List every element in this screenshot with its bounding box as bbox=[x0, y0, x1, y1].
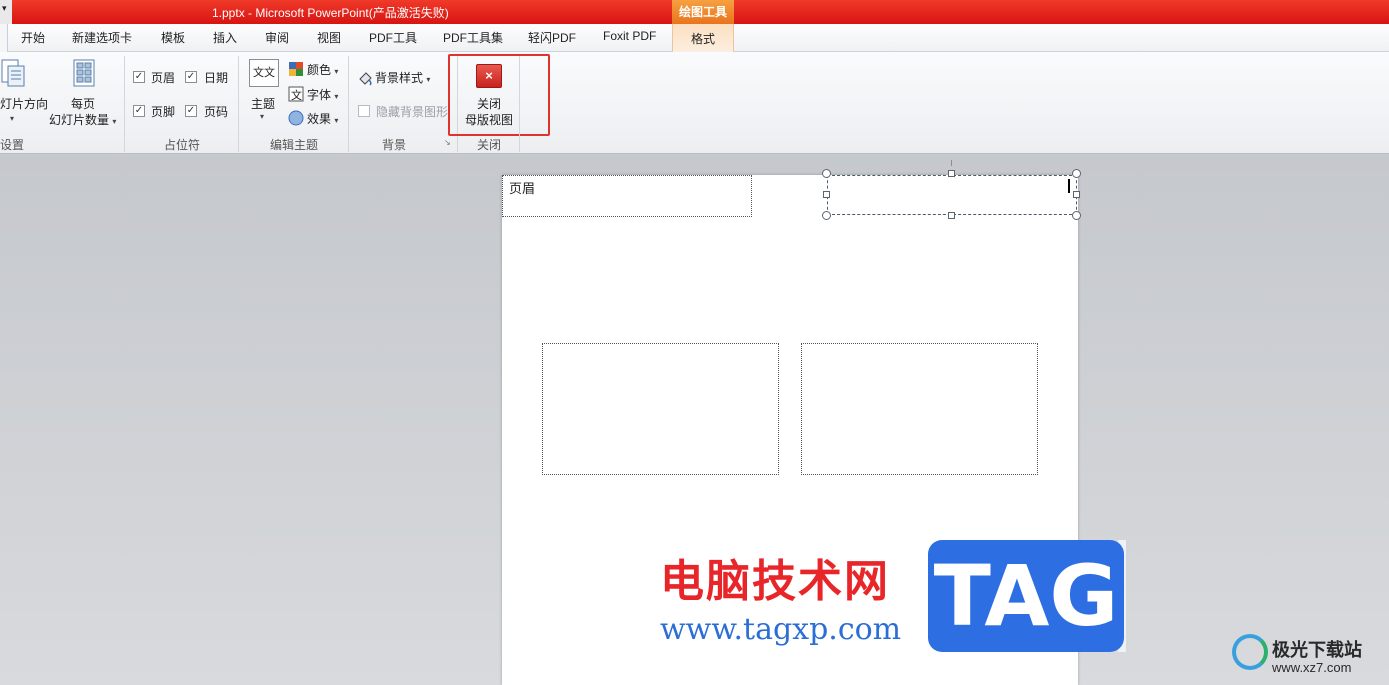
slides-per-page-icon bbox=[73, 59, 95, 87]
tab-qingshan-pdf[interactable]: 轻闪PDF bbox=[528, 29, 576, 46]
ribbon-tabs: 开始 新建选项卡 模板 插入 审阅 视图 PDF工具 PDF工具集 轻闪PDF … bbox=[0, 24, 1389, 52]
theme-icon[interactable]: 文文 bbox=[249, 59, 279, 87]
tab-review[interactable]: 审阅 bbox=[265, 29, 289, 46]
background-styles-label: 背景样式 bbox=[375, 71, 424, 85]
effects-icon bbox=[288, 110, 304, 126]
watermark-site-url: www.tagxp.com bbox=[660, 612, 902, 647]
group-divider bbox=[519, 56, 520, 152]
resize-handle-right[interactable] bbox=[1073, 191, 1080, 198]
header-placeholder[interactable]: 页眉 bbox=[502, 175, 752, 217]
group-divider bbox=[238, 56, 239, 152]
tab-foxit-pdf[interactable]: Foxit PDF bbox=[603, 29, 656, 43]
page-number-checkbox-label: 页码 bbox=[204, 105, 229, 119]
tab-insert[interactable]: 插入 bbox=[213, 29, 237, 46]
page-number-checkbox[interactable]: ✓ bbox=[185, 105, 197, 117]
slide-orientation-dropdown-icon[interactable]: ▾ bbox=[10, 114, 14, 123]
download-site-url: www.xz7.com bbox=[1272, 660, 1352, 675]
watermark-site-name: 电脑技术网 bbox=[660, 556, 890, 607]
tab-pdf-toolset[interactable]: PDF工具集 bbox=[443, 29, 503, 46]
title-bar: ▾ 1.pptx - Microsoft PowerPoint(产品激活失败) … bbox=[0, 0, 1389, 24]
text-cursor bbox=[1068, 179, 1070, 193]
content-placeholder-right[interactable] bbox=[801, 343, 1038, 475]
footer-checkbox-label: 页脚 bbox=[151, 105, 176, 119]
download-site-logo-icon bbox=[1232, 634, 1268, 670]
window-title: 1.pptx - Microsoft PowerPoint(产品激活失败) bbox=[212, 6, 449, 20]
close-master-view-highlight bbox=[448, 54, 550, 136]
resize-handle-top[interactable] bbox=[948, 170, 955, 177]
resize-handle-bottom-left[interactable] bbox=[822, 211, 831, 220]
fonts-button[interactable]: 字体 ▾ bbox=[307, 86, 338, 103]
tab-pdf-tools[interactable]: PDF工具 bbox=[369, 29, 417, 46]
group-divider bbox=[348, 56, 349, 152]
file-tab-edge[interactable] bbox=[0, 24, 8, 52]
colors-dropdown-icon: ▾ bbox=[334, 67, 339, 76]
theme-button[interactable]: 主题 bbox=[251, 95, 275, 112]
resize-handle-top-right[interactable] bbox=[1072, 169, 1081, 178]
fonts-label: 字体 bbox=[307, 88, 332, 102]
colors-label: 颜色 bbox=[307, 63, 332, 77]
effects-dropdown-icon: ▾ bbox=[334, 116, 339, 125]
slides-per-page-dropdown-icon: ▾ bbox=[112, 117, 117, 126]
effects-label: 效果 bbox=[307, 112, 332, 126]
colors-button[interactable]: 颜色 ▾ bbox=[307, 61, 338, 78]
background-styles-dropdown-icon: ▾ bbox=[426, 75, 431, 84]
tab-templates[interactable]: 模板 bbox=[161, 29, 185, 46]
slides-per-page-button[interactable]: 幻灯片数量 ▾ bbox=[49, 111, 116, 128]
background-styles-icon bbox=[359, 72, 372, 86]
quick-access-toolbar[interactable]: ▾ bbox=[0, 0, 12, 24]
slides-per-page-label-line1[interactable]: 每页 bbox=[71, 95, 95, 112]
date-checkbox-label: 日期 bbox=[204, 71, 229, 85]
theme-dropdown-icon[interactable]: ▾ bbox=[260, 112, 264, 121]
hide-background-graphics-checkbox[interactable] bbox=[358, 105, 370, 117]
resize-handle-top-left[interactable] bbox=[822, 169, 831, 178]
effects-button[interactable]: 效果 ▾ bbox=[307, 110, 338, 127]
download-site-name: 极光下载站 bbox=[1272, 640, 1362, 660]
tab-format[interactable]: 格式 bbox=[672, 24, 734, 52]
resize-handle-bottom[interactable] bbox=[948, 212, 955, 219]
background-styles-button[interactable]: 背景样式 ▾ bbox=[375, 69, 430, 86]
background-dialog-launcher-icon[interactable]: ↘ bbox=[444, 138, 451, 147]
tab-home[interactable]: 开始 bbox=[21, 29, 45, 46]
colors-icon bbox=[289, 62, 303, 76]
tab-view[interactable]: 视图 bbox=[317, 29, 341, 46]
page-setup-group-label: 设置 bbox=[0, 138, 25, 152]
header-checkbox-label: 页眉 bbox=[151, 71, 176, 85]
fonts-icon: 文 bbox=[288, 86, 304, 102]
date-placeholder-selected[interactable] bbox=[827, 175, 1077, 215]
quick-access-dropdown-icon[interactable]: ▾ bbox=[2, 3, 7, 14]
fonts-dropdown-icon: ▾ bbox=[334, 92, 339, 101]
close-group-label: 关闭 bbox=[477, 138, 502, 152]
background-group-label: 背景 bbox=[382, 138, 407, 152]
hide-background-graphics-label: 隐藏背景图形 bbox=[376, 105, 449, 119]
header-checkbox[interactable]: ✓ bbox=[133, 71, 145, 83]
header-placeholder-text: 页眉 bbox=[509, 181, 536, 196]
group-divider bbox=[124, 56, 125, 152]
edit-theme-group-label: 编辑主题 bbox=[270, 138, 319, 152]
resize-handle-left[interactable] bbox=[823, 191, 830, 198]
svg-text:文: 文 bbox=[291, 88, 302, 102]
tab-new-tab[interactable]: 新建选项卡 bbox=[72, 29, 132, 46]
footer-checkbox[interactable]: ✓ bbox=[133, 105, 145, 117]
content-placeholder-left[interactable] bbox=[542, 343, 779, 475]
slide-orientation-icon bbox=[1, 59, 25, 87]
resize-handle-bottom-right[interactable] bbox=[1072, 211, 1081, 220]
ribbon: 灯片方向 ▾ 每页 幻灯片数量 ▾ 设置 ✓ 页眉 ✓ 日期 ✓ 页脚 ✓ 页码… bbox=[0, 52, 1389, 154]
rotation-handle-stem[interactable] bbox=[951, 160, 952, 166]
placeholders-group-label: 占位符 bbox=[164, 138, 201, 152]
slide-orientation-button[interactable]: 灯片方向 bbox=[0, 95, 48, 112]
slides-per-page-label-line2: 幻灯片数量 bbox=[49, 113, 110, 127]
drawing-tools-context-label: 绘图工具 bbox=[672, 0, 734, 24]
date-checkbox[interactable]: ✓ bbox=[185, 71, 197, 83]
watermark-tag-logo: TAG bbox=[928, 540, 1124, 652]
